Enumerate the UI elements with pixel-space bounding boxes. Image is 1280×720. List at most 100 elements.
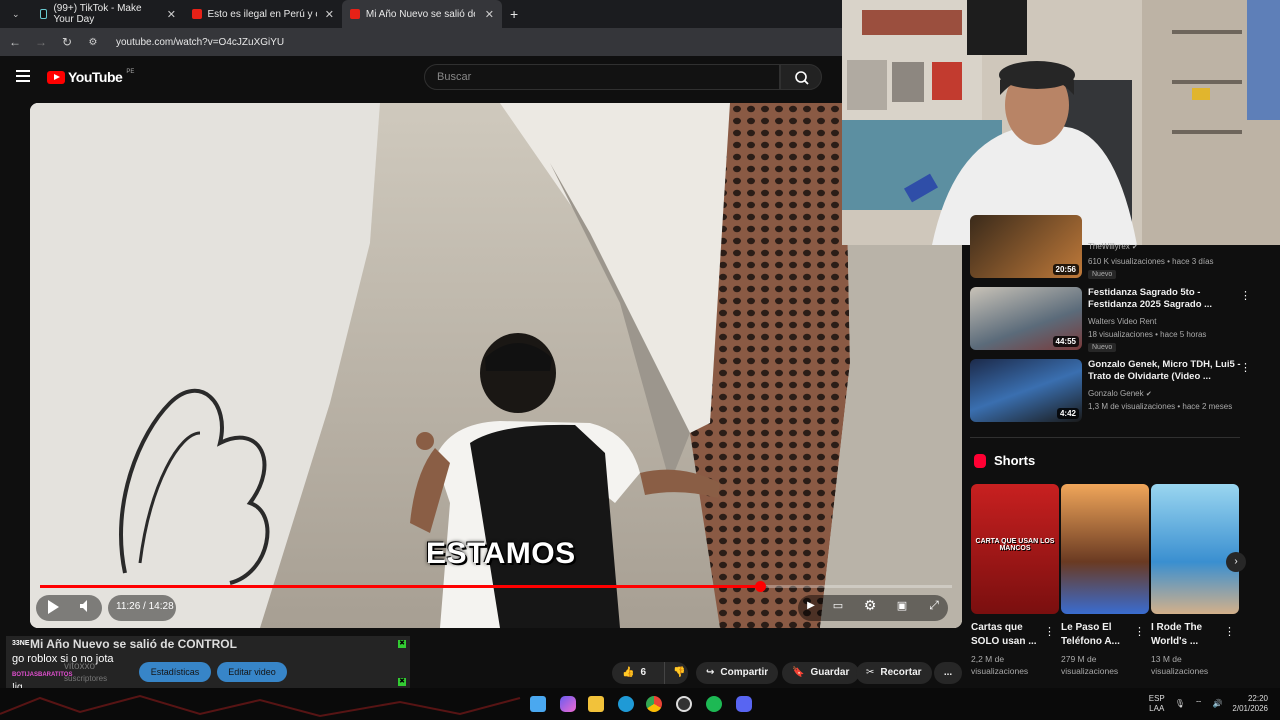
- video-thumbnail[interactable]: 4:42: [970, 359, 1082, 422]
- more-options-icon[interactable]: ⋮: [1134, 625, 1145, 638]
- back-arrow-icon[interactable]: ←: [8, 35, 22, 49]
- shorts-next-button[interactable]: ›: [1226, 552, 1246, 572]
- miniplayer-icon[interactable]: ▣: [894, 599, 910, 612]
- short-thumbnail-1[interactable]: CARTA QUE USAN LOS MANCOS: [971, 484, 1059, 614]
- tab-peru-video[interactable]: Esto es ilegal en Perú y casi nad ✕: [184, 0, 342, 28]
- clock[interactable]: 22:20 2/01/2026: [1232, 694, 1268, 714]
- search-input[interactable]: Buscar: [424, 64, 780, 90]
- channel-name: vitoxxo: [64, 661, 96, 672]
- like-button[interactable]: 👍 6: [612, 662, 658, 684]
- dislike-button[interactable]: 👎: [664, 662, 685, 684]
- autoplay-toggle[interactable]: ▶: [804, 600, 818, 611]
- spotify-icon[interactable]: [706, 696, 722, 712]
- like-dislike-group: 👍 6 👎: [612, 662, 688, 684]
- edge-icon[interactable]: [618, 696, 634, 712]
- copilot-icon[interactable]: [560, 696, 576, 712]
- volume-icon[interactable]: 🔊: [1212, 699, 1222, 709]
- progress-bar[interactable]: [40, 581, 952, 592]
- stats-button[interactable]: Estadísticas: [139, 662, 211, 682]
- channel-name: TheWillyrex ✔: [1088, 242, 1138, 251]
- youtube-header: YouTube PE Buscar: [0, 56, 842, 100]
- volume-icon: [80, 600, 87, 612]
- thumbs-down-icon: 👎: [673, 667, 686, 678]
- video-title[interactable]: Gonzalo Genek, Micro TDH, Lui5 - Trato d…: [1088, 359, 1248, 383]
- clip-label: Recortar: [880, 667, 922, 678]
- menu-icon[interactable]: [16, 70, 30, 82]
- discord-icon[interactable]: [736, 696, 752, 712]
- share-label: Compartir: [720, 667, 769, 678]
- short-thumbnail-2[interactable]: [1061, 484, 1149, 614]
- reload-icon[interactable]: ↻: [60, 35, 74, 49]
- more-label: ...: [943, 667, 953, 678]
- obs-icon[interactable]: [676, 696, 692, 712]
- tab-label: (99+) TikTok - Make Your Day: [53, 3, 142, 25]
- clip-button[interactable]: ✂ Recortar: [856, 662, 932, 684]
- wifi-icon[interactable]: ⌔: [1195, 699, 1203, 709]
- overlay-video-title: Mi Año Nuevo se salió de CONTROL: [30, 637, 237, 651]
- share-button[interactable]: ↪ Compartir: [696, 662, 779, 684]
- save-button[interactable]: 🔖 Guardar: [782, 662, 860, 684]
- shorts-label: Shorts: [994, 453, 1036, 468]
- channel-name: Gonzalo Genek ✔: [1088, 389, 1152, 398]
- short-overlay-text: CARTA QUE USAN LOS MANCOS: [975, 538, 1055, 552]
- site-settings-icon[interactable]: ⚙: [86, 37, 100, 48]
- video-title[interactable]: Festidanza Sagrado 5to - Festidanza 2025…: [1088, 287, 1248, 311]
- video-meta: 18 visualizaciones • hace 5 horas: [1088, 330, 1207, 339]
- short-views: 279 M de visualizaciones: [1061, 654, 1119, 676]
- volume-button[interactable]: [76, 599, 96, 616]
- close-icon[interactable]: ✕: [485, 8, 494, 21]
- video-thumbnail[interactable]: 20:56: [970, 215, 1082, 278]
- short-title[interactable]: I Rode The World's ...: [1151, 621, 1231, 649]
- language-indicator[interactable]: ESP LAA: [1149, 694, 1165, 714]
- more-options-icon[interactable]: ⋮: [1224, 625, 1235, 638]
- video-meta: 610 K visualizaciones • hace 3 días: [1088, 257, 1214, 266]
- settings-gear-icon[interactable]: ⚙: [862, 597, 878, 614]
- more-options-icon[interactable]: ⋮: [1240, 289, 1251, 302]
- bookmark-icon: 🔖: [792, 667, 805, 678]
- video-thumbnail[interactable]: 44:55: [970, 287, 1082, 350]
- more-options-icon[interactable]: ⋮: [1240, 361, 1251, 374]
- file-explorer-icon[interactable]: [588, 696, 604, 712]
- subtitles-icon[interactable]: ▭: [830, 599, 846, 612]
- play-button[interactable]: [42, 599, 64, 618]
- duration-badge: 44:55: [1052, 336, 1079, 347]
- new-badge: Nuevo: [1088, 270, 1117, 279]
- webcam-overlay: [842, 0, 1280, 245]
- short-views: 13 M de visualizaciones: [1151, 654, 1209, 676]
- url-field[interactable]: youtube.com/watch?v=O4cJZuXGiYU: [116, 37, 284, 48]
- short-thumbnail-3[interactable]: [1151, 484, 1239, 614]
- share-icon: ↪: [706, 667, 715, 678]
- edit-video-button[interactable]: Editar video: [217, 662, 287, 682]
- video-meta: 1,3 M de visualizaciones • hace 2 meses: [1088, 402, 1233, 411]
- youtube-favicon-icon: [350, 9, 360, 19]
- channel-name: Walters Video Rent: [1088, 317, 1157, 326]
- tab-active-video[interactable]: Mi Año Nuevo se salió de CON ✕: [342, 0, 502, 28]
- youtube-logo[interactable]: YouTube PE: [47, 69, 134, 85]
- close-icon[interactable]: ✕: [167, 8, 176, 21]
- close-icon[interactable]: ✕: [325, 8, 334, 21]
- short-title[interactable]: Le Paso El Teléfono A...: [1061, 621, 1141, 649]
- new-tab-button[interactable]: +: [502, 0, 526, 28]
- tab-tiktok[interactable]: ⌄ (99+) TikTok - Make Your Day ✕: [0, 0, 184, 28]
- start-windows-icon[interactable]: [530, 696, 546, 712]
- more-options-icon[interactable]: ⋮: [1044, 625, 1055, 638]
- search-button[interactable]: [780, 64, 822, 90]
- related-video-3[interactable]: 4:42 Gonzalo Genek, Micro TDH, Lui5 - Tr…: [970, 359, 1270, 425]
- progress-fill: [40, 585, 761, 588]
- more-actions-button[interactable]: ...: [934, 662, 962, 684]
- fullscreen-icon[interactable]: ⤢: [926, 598, 942, 613]
- forward-arrow-icon[interactable]: →: [34, 35, 48, 49]
- shorts-logo-icon: [974, 453, 986, 468]
- mic-icon[interactable]: 🎙: [1175, 699, 1185, 709]
- chrome-icon[interactable]: [646, 696, 662, 712]
- youtube-favicon-icon: [192, 9, 202, 19]
- system-tray[interactable]: ESP LAA 🎙 ⌔ 🔊 22:20 2/01/2026: [1149, 694, 1268, 714]
- short-title[interactable]: Cartas que SOLO usan ...: [971, 621, 1051, 649]
- video-player[interactable]: ESTAMOS 11:26 / 14:28 ▶ ▭ ⚙ ▣ ⤢: [30, 103, 962, 628]
- video-caption: ESTAMOS: [426, 537, 576, 570]
- tiktok-favicon-icon: [39, 9, 48, 19]
- tab-label: Mi Año Nuevo se salió de CON: [365, 8, 475, 20]
- chevron-down-icon[interactable]: ⌄: [12, 9, 20, 20]
- like-count: 6: [640, 667, 647, 678]
- related-video-2[interactable]: 44:55 Festidanza Sagrado 5to - Festidanz…: [970, 287, 1270, 353]
